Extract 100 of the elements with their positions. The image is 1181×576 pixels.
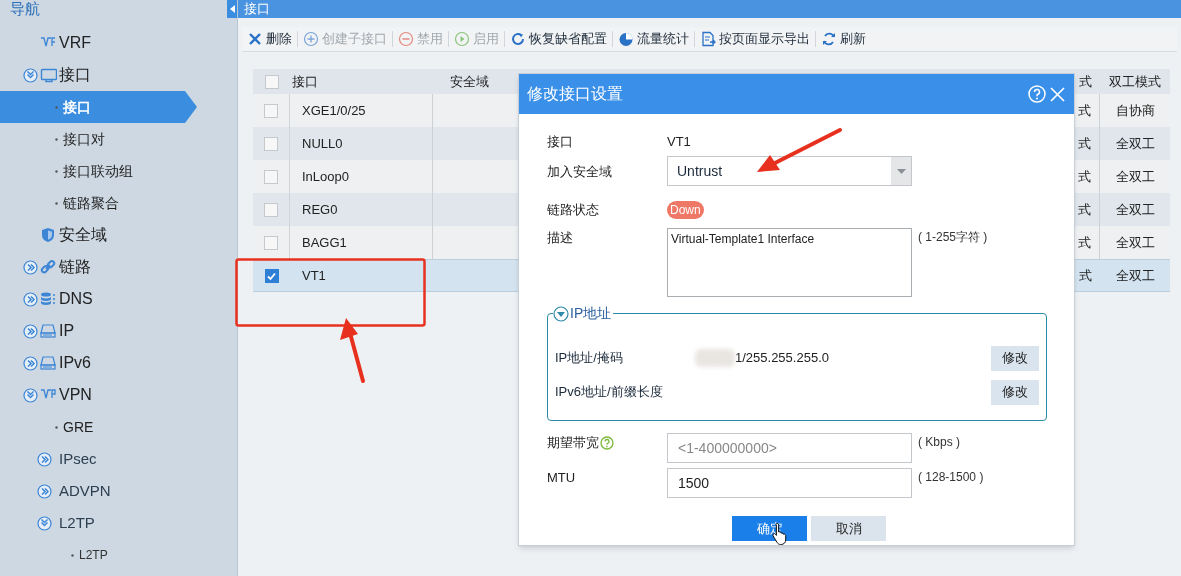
refresh-icon: [821, 31, 837, 47]
checkbox[interactable]: [264, 268, 279, 283]
table-cell-text: 式: [1078, 233, 1091, 252]
table-cell-text: 全双工: [1115, 266, 1155, 285]
expand-chevron-icon[interactable]: [22, 259, 38, 275]
field-value: VT1: [667, 132, 691, 151]
table-cell-text: 自协商: [1115, 101, 1155, 120]
field-hint: ( 128-1500 ): [918, 469, 984, 486]
group-legend: IP地址: [570, 303, 612, 324]
column-header[interactable]: 式: [1079, 73, 1092, 89]
status-badge: Down: [667, 200, 704, 219]
caret-icon: [229, 5, 235, 13]
pie-chart-icon: [618, 31, 634, 47]
expand-chevron-icon[interactable]: [22, 323, 38, 339]
nav-item[interactable]: 接口联动组: [63, 160, 133, 182]
field-label: 描述: [547, 229, 574, 247]
column-header[interactable]: 安全域: [450, 73, 489, 89]
field-label: 加入安全域: [547, 163, 613, 181]
checkbox[interactable]: [264, 136, 278, 151]
database-icon: [40, 291, 57, 307]
nav-item[interactable]: VRF: [59, 31, 91, 55]
close-icon[interactable]: [1049, 85, 1066, 103]
export-document-icon: [700, 31, 716, 47]
collapse-handle[interactable]: [227, 0, 237, 18]
field-label: IPv6地址/前缀长度: [555, 383, 664, 402]
plus-circle-icon: [303, 31, 319, 47]
collapse-icon[interactable]: [553, 305, 569, 322]
expand-chevron-icon[interactable]: [22, 291, 38, 307]
checkbox[interactable]: [264, 235, 278, 250]
description-field[interactable]: Virtual-Template1 Interface: [667, 228, 912, 297]
table-cell-text: 全双工: [1115, 134, 1155, 153]
table-cell-text: 式: [1078, 167, 1091, 186]
toolbar-button[interactable]: 恢复缺省配置: [509, 29, 608, 49]
bullet-icon: [55, 169, 58, 173]
nav-item[interactable]: 链路: [59, 255, 91, 279]
checkmark-icon: [266, 270, 277, 281]
close-icon: [247, 31, 263, 47]
minus-circle-icon: [398, 31, 414, 47]
collapse-chevron-icon[interactable]: [22, 67, 38, 83]
field-value: 1/255.255.255.0: [735, 349, 829, 368]
link-icon: [40, 259, 57, 275]
zone-select[interactable]: Untrust: [667, 156, 912, 186]
refresh-icon: [510, 31, 526, 47]
toolbar-button[interactable]: 删除: [246, 29, 293, 49]
checkbox[interactable]: [264, 169, 278, 184]
table-cell-text: 式: [1079, 266, 1092, 285]
nav-item[interactable]: GRE: [63, 416, 94, 438]
table-cell-text: 式: [1078, 200, 1091, 219]
nav-item[interactable]: 链路聚合: [63, 192, 119, 214]
nav-item[interactable]: IP: [59, 319, 75, 343]
help-icon[interactable]: [1028, 85, 1046, 103]
shield-icon: [40, 227, 57, 243]
nav-item[interactable]: L2TP: [59, 511, 95, 535]
dialog-title: 修改接口设置: [527, 84, 624, 104]
bullet-icon: [55, 105, 58, 109]
table-cell-text: 全双工: [1115, 167, 1155, 186]
collapse-chevron-icon[interactable]: [22, 387, 38, 403]
table-cell-text: InLoop0: [302, 167, 349, 186]
column-header[interactable]: 双工模式: [1109, 73, 1161, 89]
toolbar-button[interactable]: 按页面显示导出: [699, 29, 811, 49]
expand-chevron-icon[interactable]: [37, 483, 52, 499]
bullet-icon: [55, 137, 58, 141]
input-field[interactable]: 1500: [667, 468, 912, 498]
nav-item[interactable]: 接口: [59, 63, 91, 87]
toolbar-button[interactable]: 刷新: [820, 29, 867, 49]
table-cell-text: REG0: [302, 200, 338, 219]
device-icon: [40, 323, 57, 339]
expand-chevron-icon[interactable]: [22, 355, 38, 371]
play-circle-icon: [454, 31, 470, 47]
nav-item[interactable]: 安全域: [59, 223, 107, 247]
edit-button[interactable]: 修改: [991, 379, 1039, 405]
field-label: 期望带宽: [547, 434, 599, 452]
field-label: MTU: [547, 469, 576, 487]
toolbar-button[interactable]: 流量统计: [617, 29, 690, 49]
table-cell-text: XGE1/0/25: [302, 101, 366, 120]
table-cell-text: 全双工: [1115, 233, 1155, 252]
port-icon: [40, 67, 57, 83]
checkbox[interactable]: [264, 202, 278, 217]
cancel-button[interactable]: 取消: [811, 516, 886, 541]
nav-item[interactable]: 接口对: [63, 128, 105, 150]
edit-button[interactable]: 修改: [991, 345, 1039, 371]
checkbox[interactable]: [264, 103, 278, 118]
nav-item[interactable]: IPsec: [59, 447, 97, 471]
table-cell-text: BAGG1: [302, 233, 347, 252]
nav-item[interactable]: L2TP: [79, 546, 108, 564]
nav-item[interactable]: IPv6: [59, 351, 91, 375]
expand-chevron-icon[interactable]: [37, 451, 52, 467]
checkbox[interactable]: [264, 74, 279, 89]
bullet-icon: [55, 425, 58, 429]
sidebar-title: 导航: [10, 0, 40, 16]
nav-item[interactable]: DNS: [59, 287, 93, 311]
nav-item[interactable]: VPN: [59, 383, 92, 407]
device-icon: [40, 355, 57, 371]
field-hint: ( Kbps ): [918, 434, 960, 451]
input-field[interactable]: <1-400000000>: [667, 433, 912, 463]
column-header[interactable]: 接口: [292, 73, 318, 89]
nav-item[interactable]: ADVPN: [59, 479, 111, 503]
table-cell-text: VT1: [302, 266, 326, 285]
collapse-chevron-icon[interactable]: [37, 515, 52, 531]
field-hint: ( 1-255字符 ): [918, 229, 988, 246]
